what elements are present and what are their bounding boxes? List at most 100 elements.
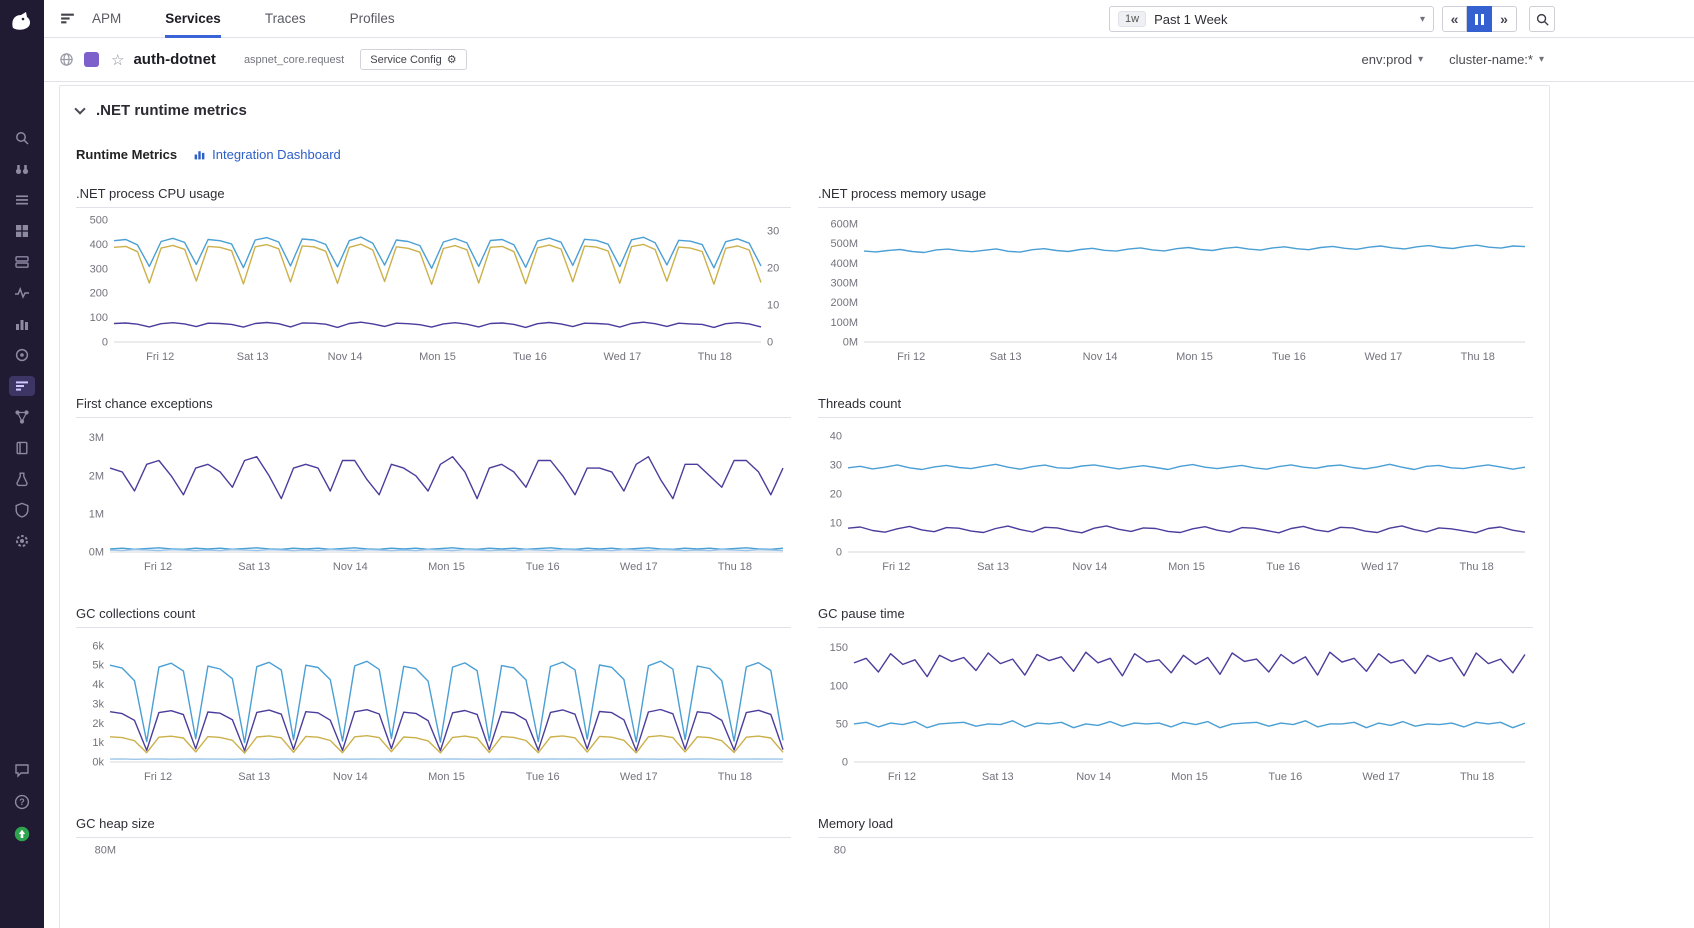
chart-plot[interactable]: 050100150Fri 12Sat 13Nov 14Mon 15Tue 16W…: [818, 627, 1533, 788]
svg-text:40: 40: [830, 430, 842, 442]
svg-text:Tue 16: Tue 16: [526, 771, 560, 783]
chart-title: GC heap size: [76, 816, 791, 831]
svg-text:Fri 12: Fri 12: [144, 561, 172, 573]
service-config-button[interactable]: Service Config ⚙: [360, 49, 466, 70]
svg-text:Fri 12: Fri 12: [888, 771, 916, 783]
svg-text:Wed 17: Wed 17: [620, 771, 658, 783]
rewind-icon: «: [1451, 11, 1459, 27]
integrations-icon[interactable]: [9, 345, 35, 365]
svg-text:3k: 3k: [92, 698, 104, 710]
svg-text:Fri 12: Fri 12: [897, 351, 925, 363]
chart-plot[interactable]: 0M100M200M300M400M500M600MFri 12Sat 13No…: [818, 207, 1533, 368]
help-icon[interactable]: [9, 792, 35, 812]
tab-services[interactable]: Services: [165, 0, 221, 38]
chart-gc-pause-time: GC pause time050100150Fri 12Sat 13Nov 14…: [818, 606, 1533, 788]
env-filter[interactable]: env:prod ▾: [1362, 52, 1424, 67]
runtime-metrics-card: .NET runtime metrics Runtime Metrics Int…: [59, 85, 1550, 928]
svg-text:Sat 13: Sat 13: [238, 771, 270, 783]
chart-plot[interactable]: 010203040Fri 12Sat 13Nov 14Mon 15Tue 16W…: [818, 417, 1533, 578]
zoom-search-button[interactable]: [1529, 6, 1555, 32]
svg-text:1M: 1M: [89, 508, 104, 520]
svg-text:200M: 200M: [830, 297, 858, 309]
settings-icon[interactable]: [9, 531, 35, 551]
svg-text:Wed 17: Wed 17: [1364, 351, 1402, 363]
favorite-star-icon[interactable]: ☆: [111, 51, 124, 69]
svg-text:Nov 14: Nov 14: [328, 351, 363, 363]
svg-text:100: 100: [90, 312, 108, 324]
datadog-logo[interactable]: [8, 8, 36, 36]
service-map-icon[interactable]: [9, 407, 35, 427]
logs-icon[interactable]: [9, 438, 35, 458]
svg-text:Nov 14: Nov 14: [1083, 351, 1118, 363]
svg-text:600M: 600M: [830, 218, 858, 230]
svg-text:Mon 15: Mon 15: [428, 561, 465, 573]
cluster-filter[interactable]: cluster-name:* ▾: [1449, 52, 1544, 67]
svg-text:Sat 13: Sat 13: [982, 771, 1014, 783]
tab-profiles[interactable]: Profiles: [350, 0, 395, 38]
monitors-icon[interactable]: [9, 283, 35, 303]
chart-plot[interactable]: 01002003004005000102030Fri 12Sat 13Nov 1…: [76, 207, 791, 368]
chevron-down-icon: ▾: [1420, 14, 1425, 25]
chart-title: GC pause time: [818, 606, 1533, 621]
chart-title: Memory load: [818, 816, 1533, 831]
time-range-tag: 1w: [1118, 11, 1146, 27]
search-icon[interactable]: [9, 128, 35, 148]
svg-text:Tue 16: Tue 16: [1266, 561, 1300, 573]
status-icon[interactable]: [9, 824, 35, 844]
integration-dashboard-link[interactable]: Integration Dashboard: [193, 147, 341, 162]
chart-title: First chance exceptions: [76, 396, 791, 411]
svg-text:Nov 14: Nov 14: [333, 771, 368, 783]
section-header: .NET runtime metrics: [76, 102, 1533, 119]
dashboard-icon: [193, 148, 206, 161]
service-name: auth-dotnet: [133, 51, 215, 68]
svg-text:6k: 6k: [92, 640, 104, 652]
forward-button[interactable]: »: [1492, 6, 1517, 32]
chart-plot[interactable]: 80M: [76, 837, 791, 928]
svg-text:Wed 17: Wed 17: [620, 561, 658, 573]
svg-text:20: 20: [767, 263, 779, 275]
svg-text:Fri 12: Fri 12: [882, 561, 910, 573]
synthetics-icon[interactable]: [9, 469, 35, 489]
tab-traces[interactable]: Traces: [265, 0, 306, 38]
topnav-controls: 1w Past 1 Week ▾ « »: [1109, 6, 1555, 32]
chat-icon[interactable]: [9, 760, 35, 780]
pause-button[interactable]: [1467, 6, 1492, 32]
env-filter-label: env:prod: [1362, 52, 1413, 67]
svg-text:0: 0: [842, 757, 848, 769]
svg-text:Wed 17: Wed 17: [1361, 561, 1399, 573]
svg-text:80M: 80M: [95, 845, 116, 857]
chart-plot[interactable]: 0M1M2M3MFri 12Sat 13Nov 14Mon 15Tue 16We…: [76, 417, 791, 578]
rewind-button[interactable]: «: [1442, 6, 1467, 32]
tab-apm[interactable]: APM: [92, 0, 121, 38]
apm-icon[interactable]: [9, 376, 35, 396]
svg-text:400M: 400M: [830, 258, 858, 270]
svg-text:Fri 12: Fri 12: [146, 351, 174, 363]
svg-text:3M: 3M: [89, 432, 104, 444]
svg-text:Mon 15: Mon 15: [419, 351, 456, 363]
svg-text:Mon 15: Mon 15: [1171, 771, 1208, 783]
svg-text:Tue 16: Tue 16: [1272, 351, 1306, 363]
svg-text:0: 0: [102, 337, 108, 349]
chart-title: Threads count: [818, 396, 1533, 411]
svg-text:0k: 0k: [92, 757, 104, 769]
chart-plot[interactable]: 80: [818, 837, 1533, 928]
events-icon[interactable]: [9, 190, 35, 210]
svg-text:2M: 2M: [89, 470, 104, 482]
chart-threads-count: Threads count010203040Fri 12Sat 13Nov 14…: [818, 396, 1533, 578]
infrastructure-icon[interactable]: [9, 252, 35, 272]
collapse-chevron-icon[interactable]: [74, 103, 85, 114]
service-config-label: Service Config: [370, 54, 442, 66]
svg-text:Thu 18: Thu 18: [1461, 351, 1495, 363]
metrics-icon[interactable]: [9, 314, 35, 334]
chart-plot[interactable]: 0k1k2k3k4k5k6kFri 12Sat 13Nov 14Mon 15Tu…: [76, 627, 791, 788]
security-icon[interactable]: [9, 500, 35, 520]
dashboards-icon[interactable]: [9, 221, 35, 241]
chevron-down-icon: ▾: [1418, 54, 1423, 65]
svg-text:200: 200: [90, 288, 108, 300]
main-content: .NET runtime metrics Runtime Metrics Int…: [44, 82, 1694, 928]
time-range-select[interactable]: 1w Past 1 Week ▾: [1109, 6, 1434, 32]
svg-text:150: 150: [830, 642, 848, 654]
svg-text:0: 0: [767, 337, 773, 349]
svg-text:Nov 14: Nov 14: [333, 561, 368, 573]
watchdog-icon[interactable]: [9, 159, 35, 179]
